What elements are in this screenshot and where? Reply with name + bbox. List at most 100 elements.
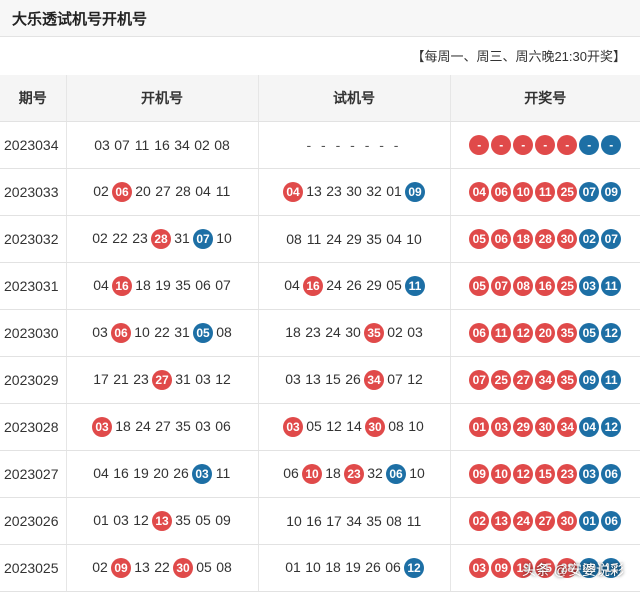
blue-ball: 06: [601, 464, 622, 484]
number: 04: [93, 464, 109, 481]
number: 06: [385, 558, 401, 575]
number: 10: [216, 229, 232, 246]
open-numbers-cell: 03 06 10 22 31 05 08: [65, 309, 258, 357]
number: 16: [154, 137, 170, 153]
period-cell: 2023026: [0, 497, 66, 545]
number: 03: [113, 511, 129, 528]
blue-ball: 01: [579, 511, 600, 531]
number: 22: [112, 229, 128, 246]
red-ball: 09: [111, 558, 131, 578]
red-ball: 06: [469, 323, 490, 343]
number: 24: [326, 276, 342, 293]
number: 10: [406, 231, 422, 247]
red-ball: 04: [469, 182, 490, 202]
blue-ball: 09: [601, 182, 622, 202]
number: 23: [133, 370, 149, 387]
open-numbers-cell: 02 06 20 27 28 04 11: [65, 168, 258, 216]
table-row: 2023032 02 22 23 28 31 07 10 08 11 24 29 35 04 10 05 06 1…: [0, 215, 640, 263]
red-ball: 15: [535, 464, 556, 484]
title-bar: 大乐透试机号开机号: [0, 0, 640, 37]
number: 05: [196, 558, 212, 575]
number: 05: [386, 276, 402, 293]
number: 05: [195, 511, 211, 528]
number: 35: [175, 511, 191, 528]
red-ball: 30: [173, 558, 193, 578]
red-ball: 05: [469, 276, 490, 296]
red-ball: 30: [535, 417, 556, 437]
number: 35: [366, 231, 382, 247]
number: 11: [406, 513, 422, 529]
red-ball: 09: [469, 464, 490, 484]
red-ball: 16: [535, 276, 556, 296]
number: 34: [346, 513, 362, 529]
header-period: 期号: [0, 75, 66, 122]
blue-ball: 12: [601, 323, 622, 343]
page-title: 大乐透试机号开机号: [12, 11, 148, 28]
number: 03: [195, 417, 211, 434]
number: 24: [135, 417, 151, 434]
red-ball: 04: [283, 182, 303, 202]
number: 03: [92, 323, 108, 340]
number: 10: [305, 558, 321, 575]
header-test-number: 试机号: [257, 75, 450, 122]
number: 29: [366, 276, 382, 293]
table-row: 2023034 03 07 11 16 34 02 08- - - - - - -------…: [0, 121, 640, 169]
red-ball: 18: [513, 229, 534, 249]
number: 24: [326, 231, 342, 247]
red-ball: 35: [557, 323, 578, 343]
number: 07: [387, 370, 403, 387]
blue-ball: 05: [579, 323, 600, 343]
number: 23: [326, 182, 342, 199]
red-ball: 28: [151, 229, 171, 249]
number: 10: [134, 323, 150, 340]
number: 08: [386, 513, 402, 529]
draw-numbers-cell: -------: [449, 121, 640, 169]
number: 03: [407, 323, 423, 340]
blue-ball: 05: [193, 323, 213, 343]
blue-ball: 07: [601, 229, 622, 249]
number: 19: [345, 558, 361, 575]
number: 04: [195, 182, 211, 199]
red-ball: 07: [469, 370, 490, 390]
red-ball: -: [469, 135, 490, 155]
number: 26: [345, 370, 361, 387]
blue-ball: 11: [405, 276, 425, 296]
blue-ball: 07: [193, 229, 213, 249]
table-row: 2023027 04 16 19 20 26 03 11 06 10 18 23 32 06 10 09 10 1…: [0, 450, 640, 498]
table-row: 2023030 03 06 10 22 31 05 08 18 23 24 30 35 02 03 06 11 1…: [0, 309, 640, 357]
red-ball: 12: [513, 323, 534, 343]
red-ball: 23: [344, 464, 364, 484]
red-ball: 30: [365, 417, 385, 437]
number: 35: [175, 276, 191, 293]
draw-schedule-note: 【每周一、周三、周六晚21:30开奖】: [411, 49, 626, 64]
blue-ball: -: [601, 135, 622, 155]
red-ball: 35: [557, 370, 578, 390]
number: 19: [155, 276, 171, 293]
red-ball: 01: [469, 417, 490, 437]
red-ball: 06: [112, 182, 132, 202]
draw-numbers-cell: 06 11 12 20 35 05 12: [449, 309, 640, 357]
draw-numbers-cell: 01 03 29 30 34 04 12: [449, 403, 640, 451]
number: 12: [215, 370, 231, 387]
blue-ball: -: [579, 135, 600, 155]
period-cell: 2023031: [0, 262, 66, 310]
number: 35: [366, 513, 382, 529]
number: 12: [133, 511, 149, 528]
red-ball: 29: [513, 417, 534, 437]
number: 32: [367, 464, 383, 481]
test-numbers-cell: 03 13 15 26 34 07 12: [257, 356, 450, 404]
test-numbers-cell: - - - - - - -: [257, 121, 450, 169]
number: 32: [366, 182, 382, 199]
open-numbers-cell: 17 21 23 27 31 03 12: [65, 356, 258, 404]
blue-ball: 09: [405, 182, 425, 202]
number: 18: [325, 464, 341, 481]
number: 06: [215, 417, 231, 434]
number: 06: [283, 464, 299, 481]
number: 12: [326, 417, 342, 434]
red-ball: 08: [513, 276, 534, 296]
blue-ball: 02: [579, 229, 600, 249]
red-ball: 34: [364, 370, 384, 390]
test-numbers-cell: 18 23 24 30 35 02 03: [257, 309, 450, 357]
number: 21: [113, 370, 129, 387]
number: 28: [175, 182, 191, 199]
